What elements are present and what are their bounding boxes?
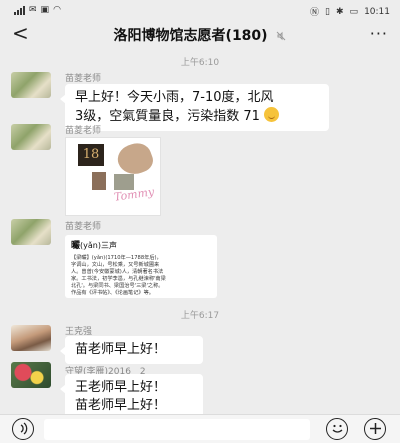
vibrate-icon: ▯ xyxy=(325,6,330,17)
voice-button[interactable] xyxy=(12,418,34,440)
avatar[interactable] xyxy=(11,219,51,245)
add-button[interactable] xyxy=(364,418,386,440)
emoji-button[interactable] xyxy=(326,418,348,440)
card-pinyin: (yǎn)三声 xyxy=(80,241,117,250)
card-body: 【梁曮】(yǎn)(1710年—1788年后)， 字调山，文山，号松乘，又号新城… xyxy=(71,255,211,297)
card-line: 北孔'。与梁同书、梁国治号'三梁'之称。 xyxy=(71,283,164,289)
chat-header: < 洛阳博物馆志愿者(180) ··· xyxy=(0,22,400,48)
add-icon xyxy=(369,423,381,434)
message-line: 3级，空氣質量良，污染指数 71 xyxy=(75,109,260,124)
smiley-icon xyxy=(264,107,280,122)
message-bubble[interactable]: 早上好！今天小雨，7-10度，北风 3级，空氣質量良，污染指数 71 xyxy=(60,84,329,131)
card-line: 字调山，文山，号松乘，又号新城圃来 xyxy=(71,262,160,268)
card-line: 【梁曮】(yǎn)(1710年—1788年后)， xyxy=(71,255,162,261)
message-line: 苗老师早上好！ xyxy=(75,398,167,413)
avatar[interactable] xyxy=(11,124,51,150)
status-left-icons: ✉ ▣ ◠ xyxy=(14,5,61,15)
signal-icon xyxy=(14,5,25,15)
sender-name: 苗菱老师 xyxy=(65,222,102,232)
wifi-icon: ◠ xyxy=(53,5,61,15)
status-time: 10:11 xyxy=(364,6,390,17)
status-bar: ✉ ▣ ◠ Ⓝ ▯ ✱ ▭ 10:11 xyxy=(0,0,400,22)
card-line: 作品有《评书帖》、《论画笔记》等。 xyxy=(71,290,154,296)
dictionary-card[interactable]: 曮(yǎn)三声 【梁曮】(yǎn)(1710年—1788年后)， 字调山，文山… xyxy=(65,235,217,298)
mute-icon xyxy=(277,31,286,41)
image-tile xyxy=(92,172,106,190)
image-message[interactable]: 18 Tommy xyxy=(65,137,161,216)
bluetooth-icon: ✱ xyxy=(336,6,344,17)
message-input[interactable] xyxy=(44,419,310,440)
message-line: 早上好！今天小雨，7-10度，北风 xyxy=(75,90,274,105)
card-line: 人。曾曾(今安徽蒙城)人，清朝著名书法 xyxy=(71,269,164,275)
notification-icon: ✉ xyxy=(29,5,37,15)
image-tile-18: 18 xyxy=(78,144,104,166)
avatar[interactable] xyxy=(11,325,51,351)
sender-name: 苗菱老师 xyxy=(65,74,102,84)
chat-title-wrap: 洛阳博物馆志愿者(180) xyxy=(0,25,400,45)
nfc-icon: Ⓝ xyxy=(310,8,320,18)
status-right-icons: Ⓝ ▯ ✱ ▭ 10:11 xyxy=(310,5,390,19)
sender-name: 苗菱老师 xyxy=(65,126,102,136)
message-line: 王老师早上好！ xyxy=(75,380,167,395)
input-bar xyxy=(0,414,400,443)
timestamp: 上午6:17 xyxy=(180,311,220,321)
leaf-image xyxy=(113,139,157,179)
message-line: 苗老师早上好！ xyxy=(75,342,167,357)
message-icon: ▣ xyxy=(40,5,50,15)
avatar[interactable] xyxy=(11,362,51,388)
chat-title: 洛阳博物馆志愿者(180) xyxy=(113,28,268,44)
avatar[interactable] xyxy=(11,72,51,98)
more-options-button[interactable]: ··· xyxy=(370,24,388,43)
card-line: 家。工书法，初学李邕，与孔继涑称'南梁 xyxy=(71,276,166,282)
battery-icon: ▭ xyxy=(349,6,359,17)
voice-icon xyxy=(20,422,27,435)
message-bubble[interactable]: 苗老师早上好！ xyxy=(60,336,203,364)
timestamp: 上午6:10 xyxy=(180,58,220,68)
emoji-icon xyxy=(332,424,342,433)
card-title: 曮 xyxy=(71,241,81,251)
